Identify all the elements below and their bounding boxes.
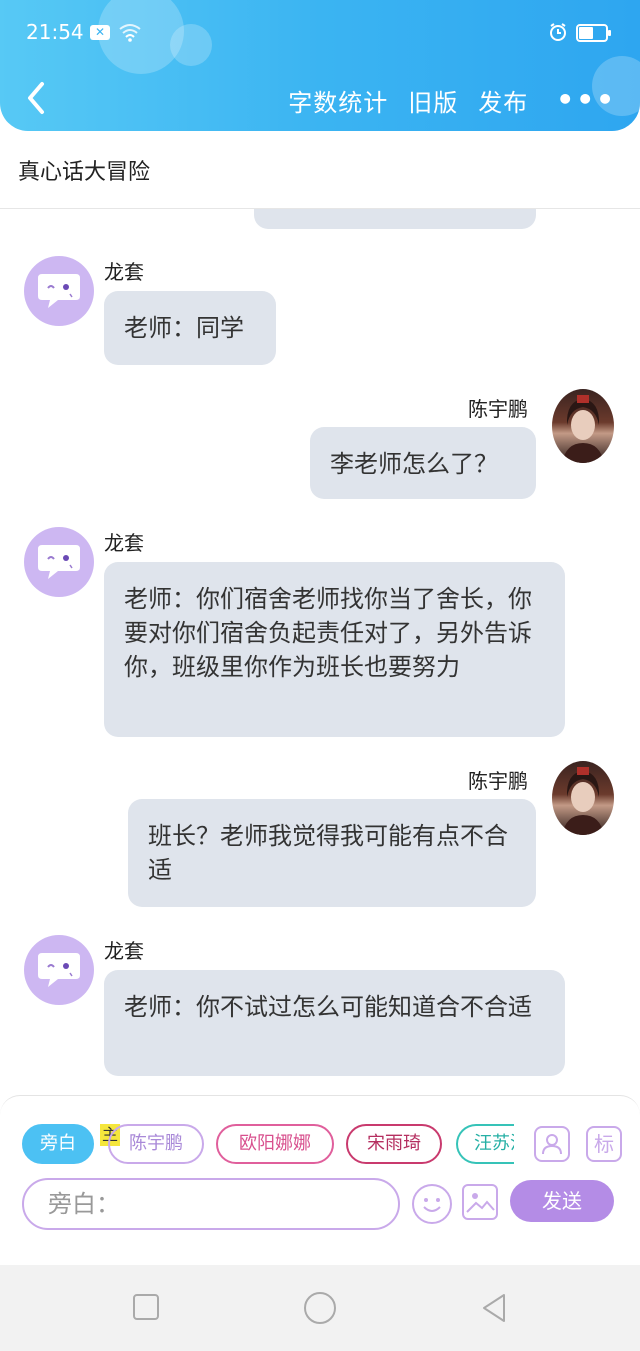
chat-bot-icon xyxy=(38,274,80,308)
back-icon[interactable] xyxy=(22,78,52,118)
system-nav-bar xyxy=(0,1265,640,1351)
message-input[interactable]: 旁白： xyxy=(22,1178,400,1230)
header-actions: 字数统计 旧版 发布 ••• xyxy=(288,80,640,120)
home-icon[interactable] xyxy=(303,1291,337,1325)
mark-button[interactable]: 标 xyxy=(586,1126,622,1162)
wifi-icon xyxy=(119,24,141,42)
avatar[interactable] xyxy=(552,389,614,463)
role-chip-song-yuqi[interactable]: 宋雨琦 xyxy=(346,1124,442,1164)
picture-icon xyxy=(466,1193,495,1213)
message-bubble[interactable]: 老师：你不试过怎么可能知道合不合适 xyxy=(104,970,565,1076)
word-count-button[interactable]: 字数统计 xyxy=(288,83,388,118)
message-bubble[interactable]: 班长？老师我觉得我可能有点不合适 xyxy=(128,799,536,907)
sender-name: 陈宇鹏 xyxy=(468,397,528,421)
person-icon xyxy=(542,1134,562,1155)
smile-icon xyxy=(423,1198,441,1212)
input-panel: 旁白 主 陈宇鹏 欧阳娜娜 宋雨琦 汪苏泷 标 旁白： 发送 xyxy=(0,1095,640,1231)
sender-name: 龙套 xyxy=(104,531,144,555)
emoji-icon[interactable] xyxy=(412,1184,452,1224)
recent-apps-icon[interactable] xyxy=(132,1293,160,1321)
old-version-button[interactable]: 旧版 xyxy=(408,83,458,118)
message-bubble[interactable]: 李老师怎么了？ xyxy=(310,427,536,499)
sender-name: 龙套 xyxy=(104,939,144,963)
avatar[interactable] xyxy=(24,935,94,1005)
role-manage-icon[interactable] xyxy=(534,1126,570,1162)
role-chip-wang-sulong[interactable]: 汪苏泷 xyxy=(456,1124,514,1164)
message-bubble-partial xyxy=(254,209,536,229)
avatar[interactable] xyxy=(24,256,94,326)
sender-name: 龙套 xyxy=(104,260,144,284)
role-chip-ouyang-nana[interactable]: 欧阳娜娜 xyxy=(216,1124,334,1164)
avatar[interactable] xyxy=(552,761,614,835)
alarm-icon xyxy=(550,23,566,41)
send-button[interactable]: 发送 xyxy=(510,1180,614,1222)
publish-button[interactable]: 发布 xyxy=(478,83,528,118)
chat-bot-icon xyxy=(38,953,80,987)
message-bubble[interactable]: 老师：同学 xyxy=(104,291,276,365)
message-bubble[interactable]: 老师：你们宿舍老师找你当了舍长，你要对你们宿舍负起责任对了，另外告诉你，班级里你… xyxy=(104,562,565,737)
status-time: 21:54 xyxy=(26,20,84,44)
sender-name: 陈宇鹏 xyxy=(468,769,528,793)
app-header: 21:54 ✕ 字数统计 旧版 发布 ••• xyxy=(0,0,640,131)
chat-area[interactable]: 龙套 老师：同学 陈宇鹏 李老师怎么了？ 龙套 老师：你们宿舍老师找你当了舍长，… xyxy=(0,209,640,1095)
image-icon[interactable] xyxy=(462,1184,498,1220)
page-title: 真心话大冒险 xyxy=(18,160,151,185)
avatar[interactable] xyxy=(24,527,94,597)
notification-icon: ✕ xyxy=(90,25,110,40)
chat-bot-icon xyxy=(38,545,80,579)
battery-icon xyxy=(576,24,611,42)
role-chip-narrator[interactable]: 旁白 xyxy=(22,1124,94,1164)
character-avatar-icon xyxy=(562,395,604,463)
role-chip-chen-yupeng[interactable]: 陈宇鹏 xyxy=(108,1124,204,1164)
back-nav-icon[interactable] xyxy=(480,1293,508,1323)
character-avatar-icon xyxy=(562,767,604,835)
more-menu-icon[interactable]: ••• xyxy=(556,86,616,114)
status-bar: 21:54 ✕ xyxy=(0,0,640,66)
